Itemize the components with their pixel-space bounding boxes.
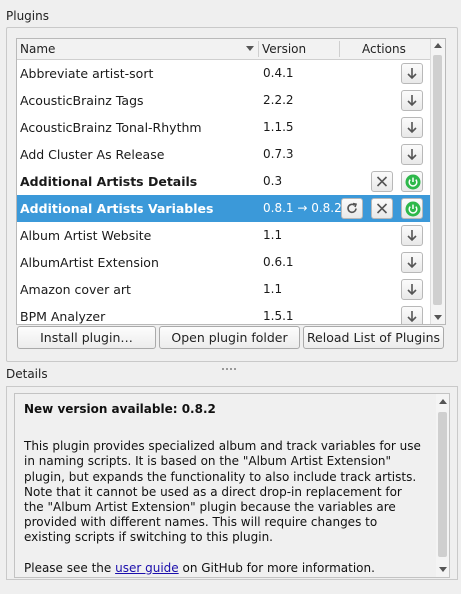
plugin-name: AlbumArtist Extension [20,255,159,270]
scroll-up-icon[interactable] [434,43,442,48]
table-row[interactable]: AcousticBrainz Tonal-Rhythm 1.1.5 [17,114,430,141]
table-row[interactable]: Additional Artists Details 0.3 [17,168,430,195]
plugin-version: 1.1 [263,282,283,296]
plugin-name: Album Artist Website [20,228,152,243]
reload-plugins-button[interactable]: Reload List of Plugins [303,326,444,349]
sort-descending-icon [246,46,254,51]
plugin-name: AcousticBrainz Tonal-Rhythm [20,120,202,135]
table-row[interactable]: AlbumArtist Extension 0.6.1 [17,249,430,276]
plugin-name: Additional Artists Variables [20,201,214,216]
plugin-version: 0.3 [263,174,283,188]
header-version[interactable]: Version [262,39,306,59]
enable-button[interactable] [401,171,423,192]
plugins-group-title: Plugins [6,9,49,23]
plugin-version: 0.4.1 [263,66,294,80]
uninstall-button[interactable] [371,198,393,219]
table-row[interactable]: Amazon cover art 1.1 [17,276,430,303]
details-heading: New version available: 0.8.2 [24,402,216,416]
details-description: This plugin provides specialized album a… [24,439,421,545]
download-button[interactable] [401,144,423,165]
update-button[interactable] [341,198,363,219]
plugin-version: 0.7.3 [263,147,294,161]
install-plugin-button[interactable]: Install plugin… [17,326,156,349]
plugin-version: 1.1 [263,228,283,242]
table-row[interactable]: AcousticBrainz Tags 2.2.2 [17,87,430,114]
details-group-frame: New version available: 0.8.2 This plugin… [6,386,458,580]
scroll-thumb[interactable] [438,412,447,557]
user-guide-link[interactable]: user guide [115,561,179,575]
header-actions[interactable]: Actions [362,39,406,59]
plugin-name: Additional Artists Details [20,174,198,189]
details-text-view[interactable]: New version available: 0.8.2 This plugin… [14,393,450,578]
download-button[interactable] [401,252,423,273]
details-scrollbar[interactable] [436,394,449,577]
table-header: Name Version Actions [17,39,430,60]
download-button[interactable] [401,225,423,246]
plugin-name: Abbreviate artist-sort [20,66,154,81]
scroll-down-icon[interactable] [439,567,447,572]
plugin-version: 2.2.2 [263,93,294,107]
download-button[interactable] [401,90,423,111]
table-scrollbar[interactable] [430,39,445,324]
scroll-thumb[interactable] [433,55,442,305]
plugin-version: 0.8.1 → 0.8.2 [263,201,342,215]
plugin-name: BPM Analyzer [20,309,106,324]
scroll-up-icon[interactable] [439,399,447,404]
download-button[interactable] [401,306,423,324]
splitter-handle[interactable] [222,359,240,370]
plugin-name: Amazon cover art [20,282,131,297]
table-row[interactable]: Add Cluster As Release 0.7.3 [17,141,430,168]
plugin-version: 1.5.1 [263,309,294,323]
enable-button[interactable] [401,198,423,219]
details-footer: Please see the user guide on GitHub for … [24,561,424,576]
open-plugin-folder-button[interactable]: Open plugin folder [159,326,300,349]
table-row[interactable]: BPM Analyzer 1.5.1 [17,303,430,324]
table-row[interactable]: Album Artist Website 1.1 [17,222,430,249]
details-group-title: Details [6,367,48,381]
plugin-version: 1.1.5 [263,120,294,134]
uninstall-button[interactable] [371,171,393,192]
footer-suffix: on GitHub for more information. [178,560,375,575]
plugin-name: Add Cluster As Release [20,147,165,162]
table-row[interactable]: Abbreviate artist-sort 0.4.1 [17,60,430,87]
header-name[interactable]: Name [20,39,55,59]
footer-prefix: Please see the [24,560,116,575]
header-divider [258,41,259,57]
plugin-name: AcousticBrainz Tags [20,93,144,108]
download-button[interactable] [401,63,423,84]
plugins-table[interactable]: Name Version Actions Abbreviate artist-s… [16,38,446,325]
header-divider [339,41,340,57]
table-row[interactable]: Additional Artists Variables 0.8.1 → 0.8.… [17,195,430,222]
download-button[interactable] [401,279,423,300]
download-button[interactable] [401,117,423,138]
plugin-version: 0.6.1 [263,255,294,269]
scroll-down-icon[interactable] [434,315,442,320]
